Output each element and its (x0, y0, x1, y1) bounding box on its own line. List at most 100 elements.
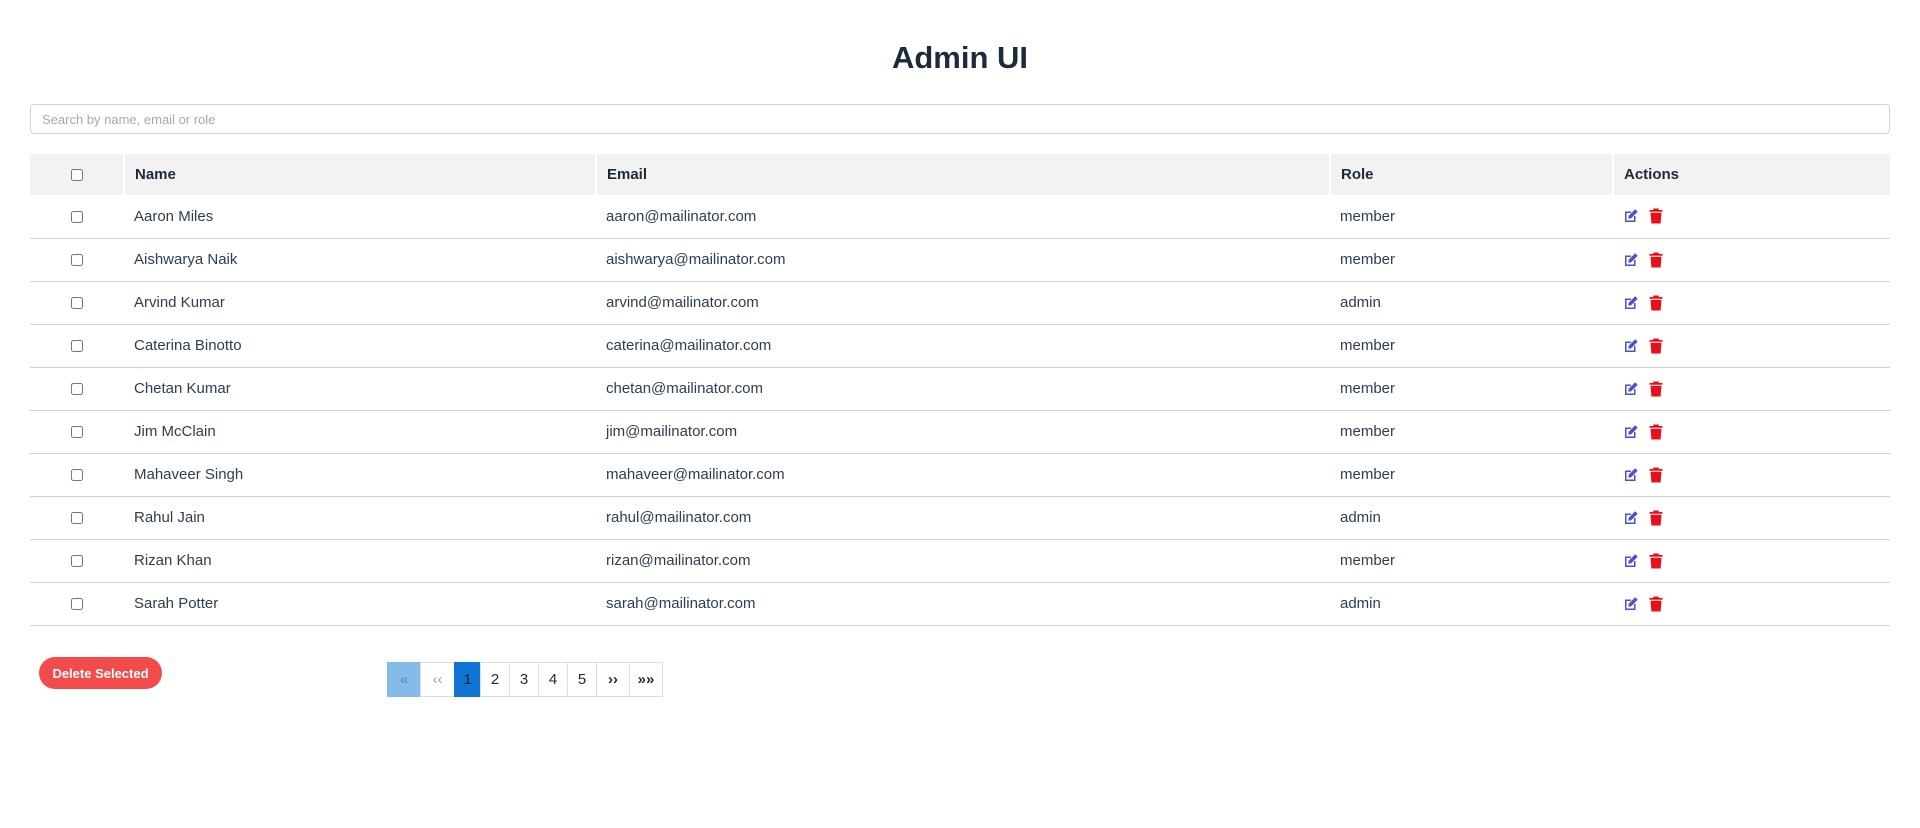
row-actions (1613, 453, 1890, 496)
edit-icon[interactable] (1623, 338, 1639, 354)
user-name: Chetan Kumar (134, 380, 231, 397)
row-checkbox[interactable] (71, 383, 83, 396)
header-email[interactable]: Email (595, 154, 1330, 195)
user-email: mahaveer@mailinator.com (606, 466, 785, 483)
header-select-all-cell (30, 154, 124, 195)
table-row: Sarah Potter sarah@mailinator.com admin (30, 582, 1890, 625)
row-checkbox[interactable] (71, 512, 83, 525)
user-email: chetan@mailinator.com (606, 380, 763, 397)
next-page-button[interactable]: ›› (596, 662, 630, 697)
table-row: Arvind Kumar arvind@mailinator.com admin (30, 281, 1890, 324)
user-name: Sarah Potter (134, 595, 219, 612)
table-row: Aishwarya Naik aishwarya@mailinator.com me… (30, 238, 1890, 281)
row-select-cell (30, 324, 124, 367)
table-row: Mahaveer Singh mahaveer@mailinator.com mem… (30, 453, 1890, 496)
trash-icon[interactable] (1648, 553, 1664, 569)
header-name[interactable]: Name (123, 154, 596, 195)
user-email: jim@mailinator.com (606, 423, 738, 440)
page-button[interactable]: 2 (480, 662, 510, 697)
trash-icon[interactable] (1648, 381, 1664, 397)
table-row: Caterina Binotto caterina@mailinator.com m… (30, 324, 1890, 367)
page-button[interactable]: 1 (454, 662, 481, 697)
edit-icon[interactable] (1623, 467, 1639, 483)
table-body: Aaron Miles aaron@mailinator.com member Ais… (30, 195, 1890, 625)
edit-icon[interactable] (1623, 295, 1639, 311)
trash-icon[interactable] (1648, 208, 1664, 224)
user-role: member (1340, 423, 1396, 440)
row-actions (1613, 281, 1890, 324)
trash-icon[interactable] (1648, 338, 1664, 354)
actions-group (1623, 252, 1880, 268)
row-checkbox[interactable] (71, 598, 83, 611)
last-page-button[interactable]: »» (629, 662, 663, 697)
edit-icon[interactable] (1623, 381, 1639, 397)
row-select-cell (30, 582, 124, 625)
trash-icon[interactable] (1648, 295, 1664, 311)
table-row: Aaron Miles aaron@mailinator.com member (30, 195, 1890, 238)
row-select-cell (30, 238, 124, 281)
admin-page: Admin UI Name Email Role Actions Aaron M… (0, 0, 1920, 828)
user-name: Jim McClain (134, 423, 216, 440)
actions-group (1623, 510, 1880, 526)
table-row: Jim McClain jim@mailinator.com member (30, 410, 1890, 453)
actions-group (1623, 381, 1880, 397)
actions-group (1623, 295, 1880, 311)
user-email: sarah@mailinator.com (606, 595, 756, 612)
edit-icon[interactable] (1623, 510, 1639, 526)
user-role: member (1340, 207, 1396, 225)
users-table: Name Email Role Actions Aaron Miles aaron… (30, 154, 1890, 626)
user-role: member (1340, 337, 1396, 354)
table-row: Chetan Kumar chetan@mailinator.com member (30, 367, 1890, 410)
user-role: member (1340, 552, 1396, 569)
edit-icon[interactable] (1623, 208, 1639, 224)
header-actions: Actions (1612, 154, 1890, 195)
row-actions (1613, 496, 1890, 539)
header-role[interactable]: Role (1329, 154, 1613, 195)
row-select-cell (30, 367, 124, 410)
trash-icon[interactable] (1648, 424, 1664, 440)
actions-group (1623, 467, 1880, 483)
search-input[interactable] (30, 104, 1890, 134)
edit-icon[interactable] (1623, 596, 1639, 612)
user-name: Mahaveer Singh (134, 466, 244, 483)
trash-icon[interactable] (1648, 510, 1664, 526)
table-row: Rizan Khan rizan@mailinator.com member (30, 539, 1890, 582)
user-name: Rizan Khan (134, 552, 212, 569)
user-name: Aaron Miles (134, 207, 214, 225)
edit-icon[interactable] (1623, 424, 1639, 440)
row-checkbox[interactable] (71, 426, 83, 439)
page-button[interactable]: 5 (567, 662, 597, 697)
row-select-cell (30, 496, 124, 539)
edit-icon[interactable] (1623, 252, 1639, 268)
row-checkbox[interactable] (71, 469, 83, 482)
trash-icon[interactable] (1648, 467, 1664, 483)
table-row: Rahul Jain rahul@mailinator.com admin (30, 496, 1890, 539)
edit-icon[interactable] (1623, 553, 1639, 569)
user-name: Caterina Binotto (134, 337, 242, 354)
user-name: Arvind Kumar (134, 294, 225, 311)
user-email: rizan@mailinator.com (606, 552, 751, 569)
delete-selected-button[interactable]: Delete Selected (39, 657, 162, 689)
user-role: admin (1340, 595, 1381, 612)
first-page-button[interactable]: « (387, 662, 421, 697)
user-role: member (1340, 251, 1396, 268)
row-checkbox[interactable] (71, 340, 83, 353)
row-checkbox[interactable] (71, 254, 83, 267)
row-checkbox[interactable] (71, 555, 83, 568)
table-header-row: Name Email Role Actions (30, 154, 1890, 195)
trash-icon[interactable] (1648, 596, 1664, 612)
page-button[interactable]: 3 (509, 662, 539, 697)
row-actions (1613, 582, 1890, 625)
user-email: rahul@mailinator.com (606, 509, 752, 526)
user-email: aishwarya@mailinator.com (606, 251, 786, 268)
row-checkbox[interactable] (71, 210, 83, 223)
row-checkbox[interactable] (71, 297, 83, 310)
prev-page-button[interactable]: ‹‹ (420, 662, 455, 697)
user-role: admin (1340, 509, 1381, 526)
row-actions (1613, 410, 1890, 453)
row-actions (1613, 367, 1890, 410)
page-button[interactable]: 4 (538, 662, 568, 697)
select-all-checkbox[interactable] (70, 169, 83, 182)
user-role: admin (1340, 294, 1381, 311)
trash-icon[interactable] (1648, 252, 1664, 268)
